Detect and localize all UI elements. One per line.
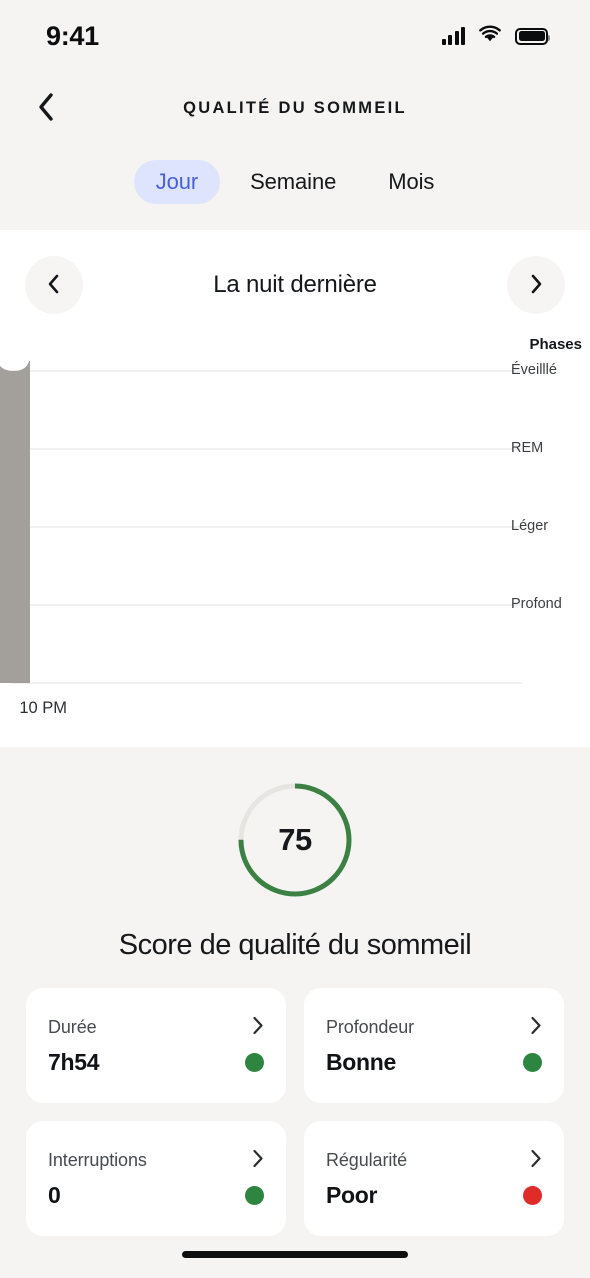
hypnogram-plot: Éveilllé REM Léger Profond bbox=[0, 361, 590, 691]
signal-bars-icon bbox=[441, 27, 465, 45]
chevron-left-icon bbox=[35, 92, 57, 125]
metric-value: 7h54 bbox=[48, 1048, 100, 1075]
y-axis-label: Éveilllé bbox=[511, 362, 557, 378]
y-axis-labels: Éveilllé REM Léger Profond bbox=[511, 361, 585, 691]
period-tabs: Jour Semaine Mois bbox=[0, 144, 590, 230]
chevron-right-icon[interactable] bbox=[251, 1149, 264, 1173]
metric-label: Interruptions bbox=[48, 1150, 147, 1170]
metric-card-interruptions[interactable]: Interruptions 0 bbox=[26, 1121, 286, 1236]
home-indicator bbox=[182, 1251, 408, 1258]
status-badge bbox=[245, 1185, 264, 1205]
chart-legend-title: Phases bbox=[529, 336, 582, 353]
tab-semaine[interactable]: Semaine bbox=[228, 160, 358, 204]
chevron-left-icon bbox=[47, 274, 61, 297]
chevron-right-icon bbox=[529, 274, 543, 297]
sleep-score-section: 75 Score de qualité du sommeil bbox=[0, 747, 590, 962]
x-axis-label: 10 PM bbox=[19, 699, 67, 717]
battery-full-icon bbox=[515, 27, 550, 45]
next-night-button[interactable] bbox=[507, 256, 565, 314]
tab-mois[interactable]: Mois bbox=[366, 160, 456, 204]
status-bar-icons bbox=[441, 25, 550, 48]
status-badge bbox=[523, 1185, 542, 1205]
period-navigator: La nuit dernière bbox=[0, 230, 590, 328]
metric-value: Poor bbox=[326, 1181, 378, 1208]
hypnogram-svg bbox=[0, 361, 522, 684]
y-axis-label: Profond bbox=[511, 596, 562, 612]
score-title: Score de qualité du sommeil bbox=[118, 929, 472, 961]
metric-card-regularite[interactable]: Régularité Poor bbox=[304, 1121, 564, 1236]
metric-value: 0 bbox=[48, 1181, 61, 1208]
sleep-chart-panel: La nuit dernière Phases Éveilllé REM Léger… bbox=[0, 230, 590, 747]
status-badge bbox=[523, 1052, 542, 1072]
metric-label: Profondeur bbox=[326, 1017, 415, 1037]
metric-value: Bonne bbox=[326, 1048, 397, 1075]
y-axis-label: Léger bbox=[511, 518, 549, 534]
status-bar: 9:41 bbox=[0, 0, 590, 72]
x-axis-labels: 10 PM12 AM2 AM4 AM6 AM8 AM bbox=[0, 693, 590, 733]
metric-card-profondeur[interactable]: Profondeur Bonne bbox=[304, 988, 564, 1103]
status-bar-time: 9:41 bbox=[46, 20, 99, 51]
metric-label: Régularité bbox=[326, 1150, 408, 1170]
navigation-bar: QUALITÉ DU SOMMEIL bbox=[0, 72, 590, 144]
wifi-icon bbox=[478, 25, 502, 48]
score-ring: 75 bbox=[234, 779, 356, 901]
chevron-right-icon[interactable] bbox=[251, 1016, 264, 1040]
metric-card-duree[interactable]: Durée 7h54 bbox=[26, 988, 286, 1103]
tab-jour[interactable]: Jour bbox=[133, 160, 221, 204]
page-title: QUALITÉ DU SOMMEIL bbox=[183, 98, 407, 117]
chevron-right-icon[interactable] bbox=[529, 1016, 542, 1040]
score-value: 75 bbox=[278, 822, 312, 857]
chevron-right-icon[interactable] bbox=[529, 1149, 542, 1173]
y-axis-label: REM bbox=[511, 440, 544, 456]
metric-label: Durée bbox=[48, 1017, 97, 1037]
previous-night-button[interactable] bbox=[25, 256, 83, 314]
metric-cards-grid: Durée 7h54 Profondeur Bonne Interruption… bbox=[0, 962, 590, 1236]
period-label: La nuit dernière bbox=[213, 271, 377, 298]
back-button[interactable] bbox=[26, 88, 66, 128]
status-badge bbox=[245, 1052, 264, 1072]
